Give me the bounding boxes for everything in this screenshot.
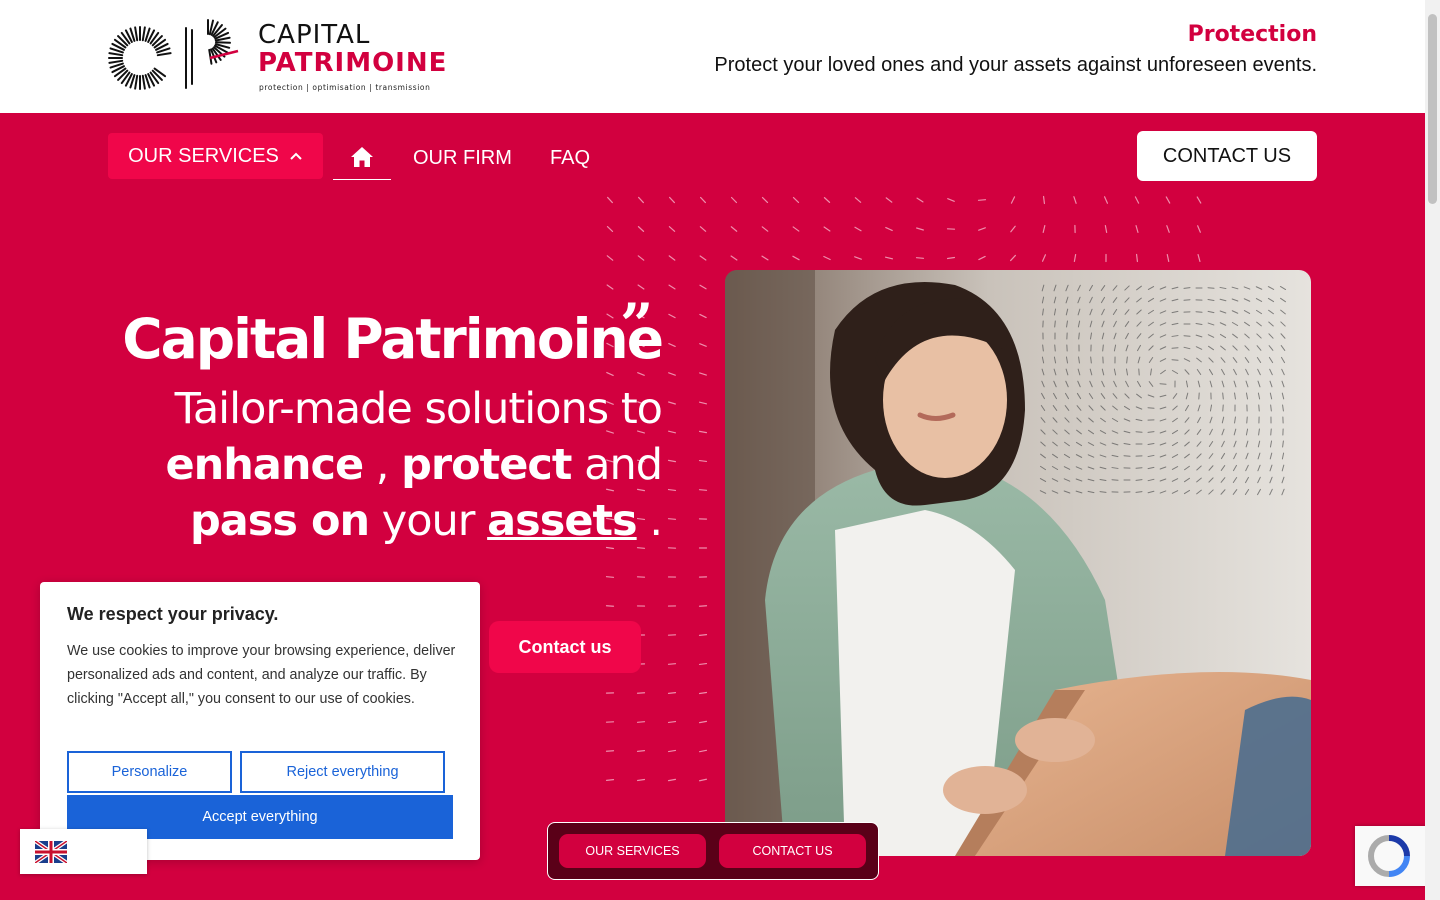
- sticky-contact-us-button[interactable]: CONTACT US: [719, 834, 866, 868]
- hero-word-assets: assets: [487, 496, 638, 546]
- nav-faq-link[interactable]: FAQ: [550, 147, 590, 170]
- nav-home-link[interactable]: [333, 135, 391, 180]
- brand-name-line2: PATRIMOINE: [258, 48, 448, 78]
- reject-everything-button[interactable]: Reject everything: [240, 751, 445, 793]
- nav-our-services-button[interactable]: OUR SERVICES: [108, 133, 323, 179]
- hero-subtitle-line1: Tailor-made solutions to: [174, 384, 663, 434]
- recaptcha-badge[interactable]: [1355, 826, 1430, 886]
- personalize-button[interactable]: Personalize: [67, 751, 232, 793]
- home-icon: [351, 147, 373, 167]
- chevron-up-icon: [290, 152, 302, 160]
- section-title: Protection: [1187, 22, 1317, 47]
- hero-word-enhance: enhance: [165, 440, 364, 490]
- language-switcher[interactable]: [20, 829, 147, 874]
- hero-contact-button[interactable]: Contact us: [489, 621, 641, 673]
- hero-period: .: [636, 496, 663, 546]
- cookie-body: We use cookies to improve your browsing …: [67, 643, 456, 707]
- hero-comma: ,: [363, 440, 402, 490]
- scrollbar-thumb[interactable]: [1428, 14, 1437, 204]
- nav-our-firm-link[interactable]: OUR FIRM: [413, 147, 512, 170]
- section-subtitle: Protect your loved ones and your assets …: [714, 54, 1317, 76]
- cookie-consent-dialog: We respect your privacy. We use cookies …: [40, 582, 480, 860]
- hero-word-your: your: [369, 496, 488, 546]
- nav-our-services-label: OUR SERVICES: [128, 144, 279, 167]
- nav-contact-us-button[interactable]: CONTACT US: [1137, 131, 1317, 181]
- hero-title: Capital Patrimoine: [122, 307, 664, 371]
- hero-word-pass-on: pass on: [189, 496, 370, 546]
- hero-subtitle: Tailor-made solutions to enhance , prote…: [100, 381, 663, 549]
- cookie-title: We respect your privacy.: [67, 604, 279, 624]
- brand-logo[interactable]: CAPITAL PATRIMOINE protection | optimisa…: [108, 18, 453, 98]
- page-scrollbar[interactable]: [1425, 0, 1440, 900]
- hero-subtitle-line2: enhance , protect and: [100, 437, 663, 493]
- brand-logo-mark: [108, 19, 239, 90]
- brand-name-line1: CAPITAL: [258, 20, 371, 50]
- hero-word-protect: protect: [401, 440, 572, 490]
- site-header: CAPITAL PATRIMOINE protection | optimisa…: [0, 0, 1425, 113]
- recaptcha-icon: [1368, 835, 1410, 877]
- hero-word-and: and: [571, 440, 663, 490]
- hero-photo: [725, 270, 1311, 856]
- uk-flag-icon: [35, 841, 67, 863]
- sticky-action-bar: OUR SERVICES CONTACT US: [547, 822, 879, 880]
- brand-tagline: protection | optimisation | transmission: [259, 83, 431, 92]
- hero-subtitle-line3: pass on your assets .: [100, 493, 663, 549]
- sticky-our-services-button[interactable]: OUR SERVICES: [559, 834, 706, 868]
- hero-headline-block: Capital Patrimoine Tailor-made solutions…: [100, 303, 664, 549]
